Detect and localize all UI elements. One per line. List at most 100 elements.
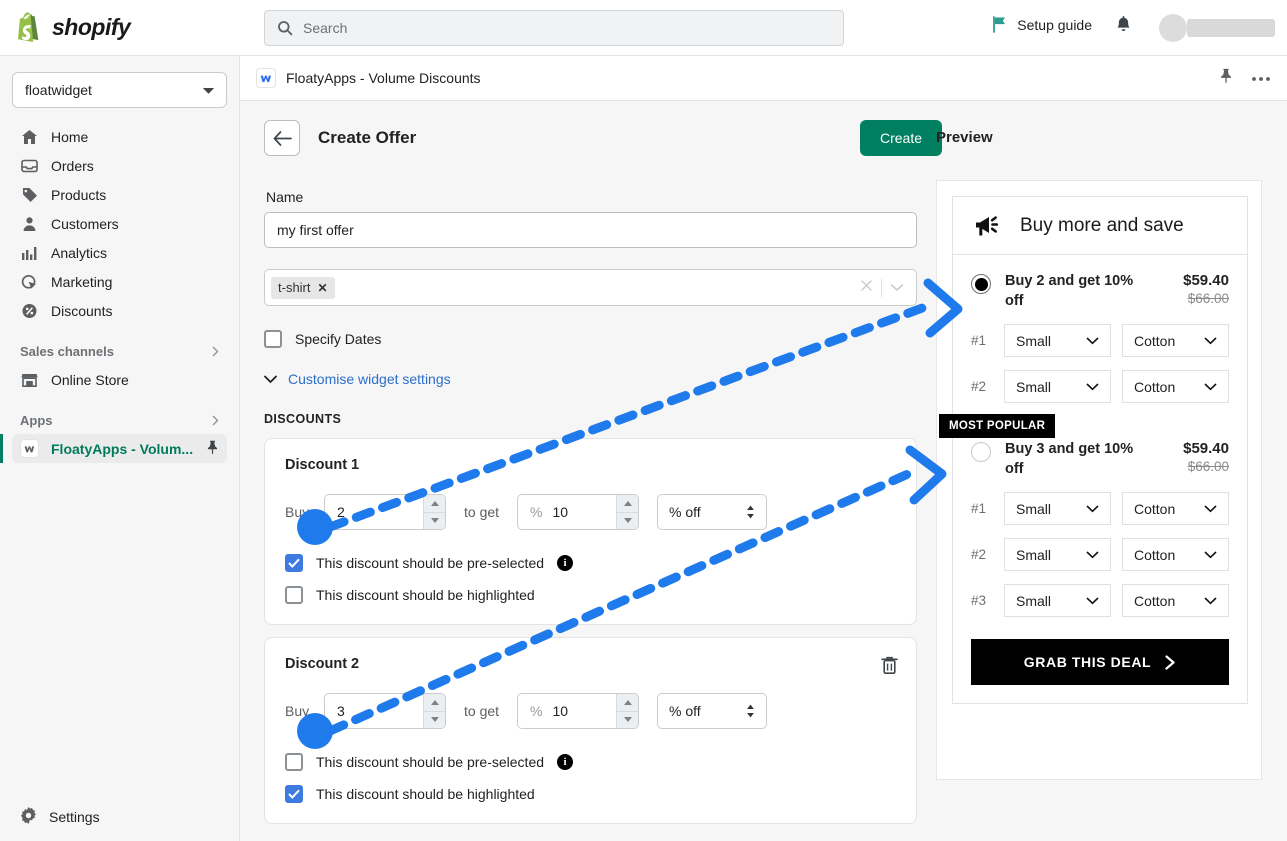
sidebar-item-products[interactable]: Products	[12, 180, 227, 209]
offer-radio[interactable]	[971, 274, 991, 294]
info-icon[interactable]: i	[557, 754, 573, 770]
offer-name-input[interactable]: my first offer	[264, 212, 917, 248]
shopify-wordmark: shopify	[52, 14, 130, 41]
sales-channels-label: Sales channels	[20, 344, 114, 359]
variant-material-select[interactable]: Cotton	[1122, 370, 1229, 403]
sidebar-item-discounts[interactable]: Discounts	[12, 296, 227, 325]
sidebar-item-analytics[interactable]: Analytics	[12, 238, 227, 267]
preview-panel: Buy more and save Buy 2 and get 10% off …	[936, 180, 1262, 780]
variant-material-select[interactable]: Cotton	[1122, 584, 1229, 617]
customers-icon	[20, 214, 39, 233]
stepper-up-button[interactable]	[423, 495, 445, 513]
grab-this-deal-button[interactable]: GRAB THIS DEAL	[971, 639, 1229, 685]
global-search-input[interactable]: Search	[264, 10, 844, 46]
variant-material-select[interactable]: Cotton	[1122, 324, 1229, 357]
setup-guide-button[interactable]: Setup guide	[992, 16, 1092, 33]
stepper-up-button[interactable]	[616, 495, 638, 513]
preselected-checkbox[interactable]	[285, 554, 303, 572]
check-icon	[288, 789, 300, 799]
search-icon	[277, 20, 293, 36]
select-arrows-icon	[746, 704, 755, 718]
customise-widget-settings-link[interactable]: Customise widget settings	[264, 371, 942, 387]
variant-size-select[interactable]: Small	[1004, 492, 1111, 525]
chevron-down-icon	[1086, 597, 1099, 605]
preselected-row[interactable]: This discount should be pre-selected i	[285, 753, 896, 771]
sidebar-item-online-store[interactable]: Online Store	[12, 365, 227, 394]
stepper-down-button[interactable]	[423, 513, 445, 530]
stepper-down-button[interactable]	[423, 712, 445, 729]
variant-size-select[interactable]: Small	[1004, 538, 1111, 571]
highlighted-checkbox[interactable]	[285, 785, 303, 803]
info-icon[interactable]: i	[557, 555, 573, 571]
variant-size-select[interactable]: Small	[1004, 370, 1111, 403]
delete-discount-button[interactable]	[881, 656, 898, 680]
discount-type-select[interactable]: % off	[657, 693, 767, 729]
preselected-row[interactable]: This discount should be pre-selected i	[285, 554, 896, 572]
avatar[interactable]	[1159, 14, 1187, 42]
sidebar-item-orders[interactable]: Orders	[12, 151, 227, 180]
highlighted-row[interactable]: This discount should be highlighted	[285, 586, 896, 604]
sales-channels-section[interactable]: Sales channels	[12, 337, 227, 365]
variant-size-value: Small	[1016, 333, 1051, 349]
specify-dates-checkbox[interactable]	[264, 330, 282, 348]
sidebar-item-customers[interactable]: Customers	[12, 209, 227, 238]
discount-type-select[interactable]: % off	[657, 494, 767, 530]
stepper-up-button[interactable]	[616, 694, 638, 712]
variant-size-select[interactable]: Small	[1004, 324, 1111, 357]
sidebar-item-settings[interactable]: Settings	[12, 802, 108, 831]
preview-offer[interactable]: Buy 2 and get 10% off $59.40 $66.00 #1 S…	[953, 255, 1247, 407]
discount-rule-row: Buy 2 to get % 10	[285, 494, 896, 530]
preselected-checkbox[interactable]	[285, 753, 303, 771]
sidebar-item-home[interactable]: Home	[12, 122, 227, 151]
offer-radio[interactable]	[971, 442, 991, 462]
discount-amount-stepper[interactable]: % 10	[517, 494, 639, 530]
stepper-down-button[interactable]	[616, 712, 638, 729]
highlighted-row[interactable]: This discount should be highlighted	[285, 785, 896, 803]
stepper-up-button[interactable]	[423, 694, 445, 712]
create-button[interactable]: Create	[860, 120, 942, 156]
variant-material-select[interactable]: Cotton	[1122, 492, 1229, 525]
highlighted-checkbox[interactable]	[285, 586, 303, 604]
account-name-placeholder[interactable]	[1187, 19, 1275, 37]
stepper-down-button[interactable]	[616, 513, 638, 530]
offer-price: $59.40	[1183, 272, 1229, 289]
notifications-button[interactable]	[1115, 16, 1132, 40]
tag-label: t-shirt	[278, 280, 311, 295]
preview-offer[interactable]: MOST POPULAR Buy 3 and get 10% off $59.4…	[953, 423, 1247, 621]
app-content: Create Offer Create Name my first offer …	[240, 101, 1287, 841]
stepper-buttons[interactable]	[616, 694, 638, 728]
stepper-buttons[interactable]	[616, 495, 638, 529]
sidebar-label: FloatyApps - Volum...	[51, 441, 193, 457]
discount-amount-stepper[interactable]: % 10	[517, 693, 639, 729]
sidebar-label: Online Store	[51, 372, 129, 388]
variant-size-value: Small	[1016, 379, 1051, 395]
discount-rule-row: Buy 3 to get % 10	[285, 693, 896, 729]
variant-size-select[interactable]: Small	[1004, 584, 1111, 617]
apps-section[interactable]: Apps	[12, 406, 227, 434]
variant-row: #1 Small Cotton	[971, 324, 1229, 357]
shopify-logo[interactable]: shopify	[0, 12, 240, 44]
home-icon	[20, 127, 39, 146]
shopify-admin-window: shopify Search Setup guide	[0, 0, 1287, 841]
remove-tag-icon[interactable]: ✕	[318, 281, 328, 295]
stepper-buttons[interactable]	[423, 694, 445, 728]
product-tag-select[interactable]: t-shirt ✕	[264, 269, 917, 306]
cta-label: GRAB THIS DEAL	[1024, 654, 1151, 670]
buy-quantity-stepper[interactable]: 2	[324, 494, 446, 530]
back-button[interactable]	[264, 120, 300, 156]
sidebar-item-floatyapps[interactable]: FloatyApps - Volum...	[12, 434, 227, 463]
pin-icon[interactable]	[1219, 68, 1233, 89]
clear-selection-icon[interactable]	[860, 279, 873, 297]
store-switcher[interactable]: floatwidget	[12, 72, 227, 108]
buy-quantity-stepper[interactable]: 3	[324, 693, 446, 729]
stepper-buttons[interactable]	[423, 495, 445, 529]
tag-chip[interactable]: t-shirt ✕	[271, 277, 335, 299]
specify-dates-row[interactable]: Specify Dates	[264, 330, 942, 348]
pin-icon[interactable]	[206, 440, 219, 458]
more-options-icon[interactable]	[1251, 69, 1271, 87]
chevron-down-icon[interactable]	[890, 279, 904, 297]
chevron-down-icon	[1204, 597, 1217, 605]
variant-material-select[interactable]: Cotton	[1122, 538, 1229, 571]
sidebar-item-marketing[interactable]: Marketing	[12, 267, 227, 296]
chevron-down-icon	[1204, 551, 1217, 559]
